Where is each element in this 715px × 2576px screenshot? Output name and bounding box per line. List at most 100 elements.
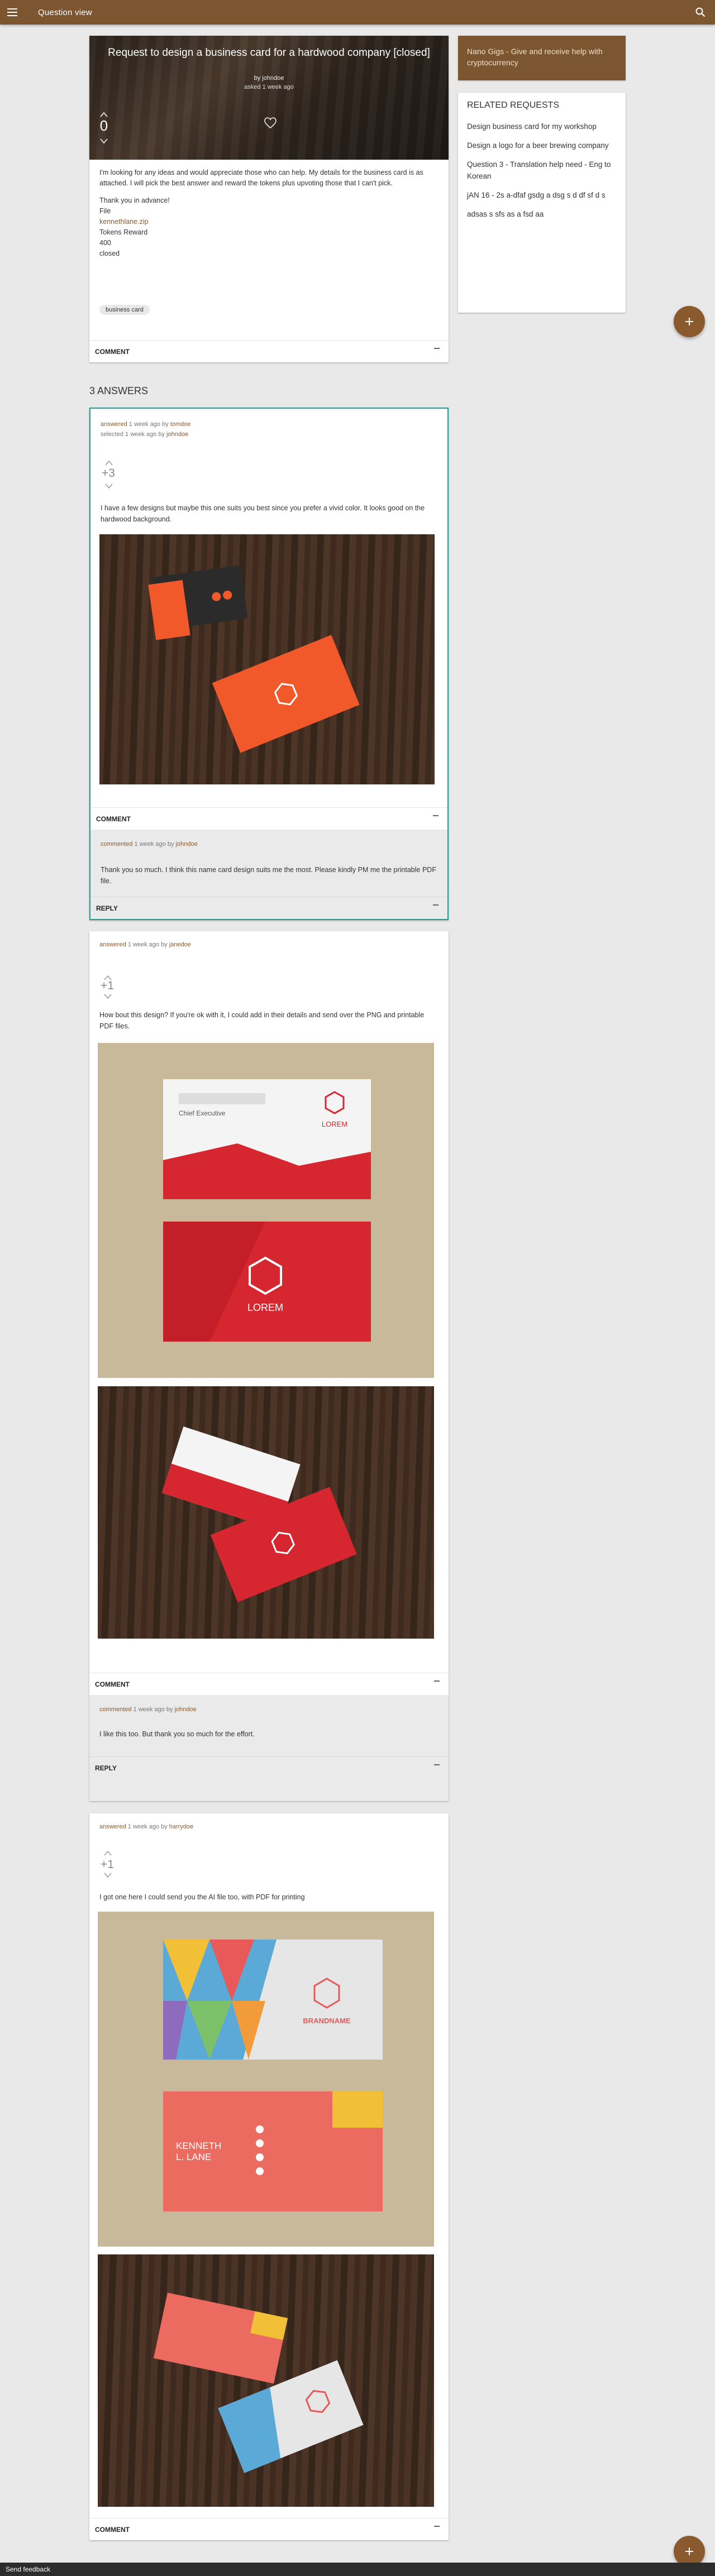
related-item[interactable]: jAN 16 - 2s a-dfaf gsdg a dsg s d df sf … bbox=[467, 189, 617, 201]
comment-button[interactable]: COMMENT bbox=[95, 1680, 130, 1688]
menu-button[interactable] bbox=[0, 0, 25, 25]
question-vote-count: 0 bbox=[99, 117, 108, 134]
file-label: File bbox=[99, 207, 111, 215]
tokens-reward-label: Tokens Reward bbox=[99, 228, 148, 236]
answers-heading: 3 ANSWERS bbox=[89, 385, 149, 396]
selector-user-link[interactable]: johndoe bbox=[166, 431, 188, 438]
collapse-icon[interactable] bbox=[433, 815, 438, 816]
comment-meta: commented 1 week ago by johndoe bbox=[101, 841, 198, 848]
answer-image bbox=[98, 2254, 434, 2507]
collapse-icon[interactable] bbox=[434, 1680, 440, 1682]
answer-image: BRANDNAME KENNETH L. LANE bbox=[98, 1912, 434, 2247]
page-title: Question view bbox=[38, 7, 92, 17]
answer-card: answered 1 week ago by janedoe +1 How bo… bbox=[89, 931, 449, 1801]
reply-button[interactable]: REPLY bbox=[95, 1764, 117, 1772]
app-bar: Question view bbox=[0, 0, 715, 25]
upvote-icon[interactable] bbox=[105, 460, 113, 466]
related-heading: RELATED REQUESTS bbox=[467, 100, 560, 110]
collapse-icon[interactable] bbox=[434, 2526, 440, 2527]
answer-text: How bout this design? If you're ok with … bbox=[99, 1011, 425, 1030]
related-item[interactable]: Design business card for my workshop bbox=[467, 121, 617, 132]
question-header: Request to design a business card for a … bbox=[89, 36, 449, 160]
add-request-fab[interactable] bbox=[674, 306, 705, 337]
answer-comment-bar[interactable]: COMMENT bbox=[89, 2518, 449, 2540]
card-name: KENNETH bbox=[176, 2141, 221, 2151]
answer-selected-meta: selected 1 week ago by johndoe bbox=[101, 431, 189, 438]
question-author: by johndoe bbox=[254, 75, 284, 82]
answer-image bbox=[98, 1386, 434, 1639]
promo-banner[interactable]: Nano Gigs - Give and receive help with c… bbox=[458, 36, 626, 80]
comment-thread: commented 1 week ago by johndoe I like t… bbox=[89, 1695, 449, 1801]
promo-text: Nano Gigs - Give and receive help with c… bbox=[467, 47, 603, 67]
answer-meta: answered 1 week ago by tomdoe bbox=[101, 421, 191, 428]
downvote-icon[interactable] bbox=[105, 483, 113, 489]
downvote-icon[interactable] bbox=[99, 137, 108, 145]
downvote-icon[interactable] bbox=[104, 1873, 112, 1878]
answer-comment-bar[interactable]: COMMENT bbox=[90, 807, 447, 830]
reply-bar[interactable]: REPLY bbox=[89, 1756, 449, 1779]
comment-meta: commented 1 week ago by johndoe bbox=[99, 1706, 197, 1713]
hamburger-menu-icon bbox=[7, 8, 17, 16]
answer-author-link[interactable]: harrydoe bbox=[169, 1823, 193, 1830]
card-brand: LOREM bbox=[322, 1120, 347, 1128]
comment-button[interactable]: COMMENT bbox=[95, 348, 130, 356]
collapse-icon[interactable] bbox=[434, 348, 440, 349]
answer-image bbox=[99, 534, 435, 784]
business-card-mockup bbox=[153, 2292, 364, 2473]
answer-text: I have a few designs but maybe this one … bbox=[101, 504, 425, 523]
card-brand: BRANDNAME bbox=[303, 2017, 351, 2025]
search-icon bbox=[695, 7, 706, 17]
answer-comment-bar[interactable]: COMMENT bbox=[89, 1673, 449, 1695]
answer-meta: answered 1 week ago by harrydoe bbox=[99, 1823, 194, 1830]
related-item[interactable]: Design a logo for a beer brewing company bbox=[467, 140, 617, 151]
answer-vote-count: +3 bbox=[102, 467, 115, 480]
feedback-bar[interactable]: Send feedback bbox=[0, 2563, 715, 2576]
answer-meta: answered 1 week ago by janedoe bbox=[99, 941, 191, 948]
question-asked-time: asked 1 week ago bbox=[244, 84, 294, 90]
answer-image: Chief Executive LOREM LOREM bbox=[98, 1043, 434, 1378]
comment-author-link[interactable]: johndoe bbox=[175, 1706, 197, 1713]
tokens-reward-value: 400 bbox=[99, 239, 111, 247]
question-body: I'm looking for any ideas and would appr… bbox=[89, 160, 449, 259]
downvote-icon[interactable] bbox=[104, 994, 112, 999]
send-feedback-link[interactable]: Send feedback bbox=[6, 2565, 50, 2573]
question-status: closed bbox=[99, 250, 120, 257]
question-comment-bar[interactable]: COMMENT bbox=[89, 340, 449, 362]
business-card-mockup bbox=[148, 565, 360, 753]
answer-card: answered 1 week ago by harrydoe +1 I got… bbox=[89, 1813, 449, 2540]
question-thanks: Thank you in advance! bbox=[99, 197, 170, 204]
related-item[interactable]: Question 3 - Translation help need - Eng… bbox=[467, 159, 617, 182]
search-button[interactable] bbox=[690, 2, 711, 22]
related-item[interactable]: adsas s sfs as a fsd aa bbox=[467, 208, 617, 220]
question-card: Request to design a business card for a … bbox=[89, 36, 449, 362]
reply-bar[interactable]: REPLY bbox=[90, 897, 447, 919]
business-card-mockup bbox=[161, 1426, 357, 1602]
business-card-mockup: BRANDNAME KENNETH L. LANE bbox=[163, 1940, 383, 2211]
tag-chip[interactable]: business card bbox=[99, 305, 150, 315]
question-title: Request to design a business card for a … bbox=[108, 47, 430, 59]
answer-vote-count: +1 bbox=[101, 1858, 114, 1871]
comment-author-link[interactable]: johndoe bbox=[176, 841, 198, 848]
upvote-icon[interactable] bbox=[104, 1850, 112, 1856]
comment-button[interactable]: COMMENT bbox=[96, 815, 131, 823]
card-brand: LOREM bbox=[247, 1302, 283, 1313]
business-card-mockup: Chief Executive LOREM LOREM bbox=[163, 1079, 371, 1342]
answer-author-link[interactable]: tomdoe bbox=[170, 421, 191, 428]
card-role: Chief Executive bbox=[179, 1109, 226, 1117]
related-requests-card: RELATED REQUESTS Design business card fo… bbox=[458, 93, 626, 313]
answer-author-link[interactable]: janedoe bbox=[169, 941, 191, 948]
comment-text: I like this too. But thank you so much f… bbox=[99, 1730, 255, 1738]
answer-vote-count: +1 bbox=[101, 979, 114, 992]
answer-card-selected: answered 1 week ago by tomdoe selected 1… bbox=[89, 408, 449, 920]
attachment-link[interactable]: kennethlane.zip bbox=[99, 217, 438, 227]
answer-text: I got one here I could send you the AI f… bbox=[99, 1893, 305, 1901]
collapse-icon[interactable] bbox=[434, 1764, 440, 1765]
comment-text: Thank you so much. I think this name car… bbox=[101, 866, 436, 885]
comment-thread: commented 1 week ago by johndoe Thank yo… bbox=[90, 830, 447, 919]
comment-button[interactable]: COMMENT bbox=[95, 2526, 130, 2534]
question-description: I'm looking for any ideas and would appr… bbox=[99, 169, 423, 187]
reply-button[interactable]: REPLY bbox=[96, 904, 118, 912]
collapse-icon[interactable] bbox=[433, 904, 438, 906]
favorite-heart-icon[interactable] bbox=[264, 116, 277, 130]
card-name: L. LANE bbox=[176, 2152, 211, 2162]
